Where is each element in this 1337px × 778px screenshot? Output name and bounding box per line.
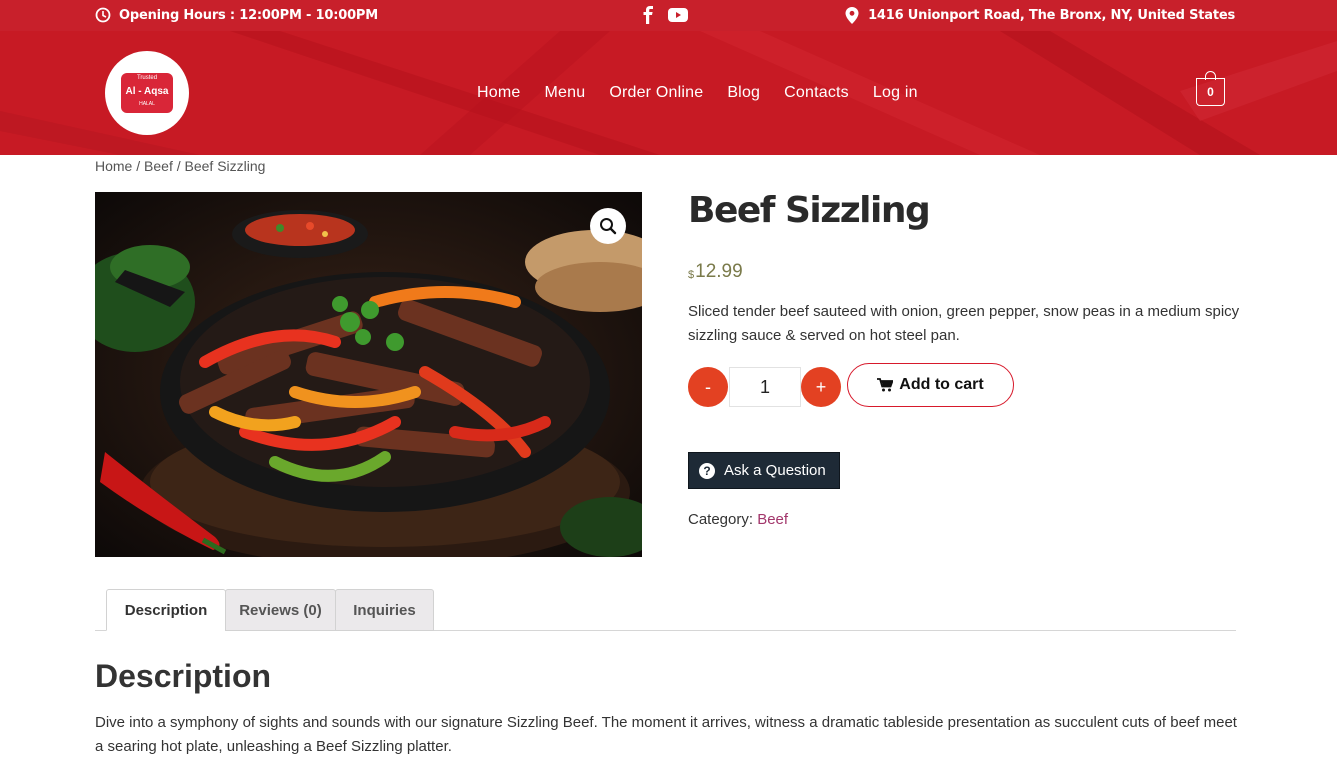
product-price: $12.99	[688, 261, 743, 283]
nav-order-online[interactable]: Order Online	[609, 84, 703, 102]
description-text: Dive into a symphony of sights and sound…	[95, 714, 1237, 755]
cart-bag-icon[interactable]: 0	[1196, 71, 1225, 106]
magnifier-icon	[600, 218, 617, 235]
question-icon: ?	[699, 462, 715, 479]
clock-icon	[95, 7, 111, 23]
cart-count: 0	[1207, 85, 1214, 99]
tab-description[interactable]: Description	[106, 589, 226, 631]
breadcrumb-separator: /	[172, 158, 185, 174]
description-heading: Description	[95, 658, 272, 694]
nav-blog[interactable]: Blog	[727, 84, 760, 102]
map-pin-icon	[845, 7, 859, 24]
quantity-input[interactable]	[729, 367, 801, 407]
quantity-decrease-button[interactable]: -	[688, 367, 728, 407]
product-title: Beef Sizzling	[688, 190, 931, 231]
breadcrumb-current: Beef Sizzling	[184, 158, 266, 174]
nav-home[interactable]: Home	[477, 84, 520, 102]
top-info-bar: Opening Hours : 12:00PM - 10:00PM 1416 U…	[0, 0, 1337, 31]
ask-question-button[interactable]: ? Ask a Question	[688, 452, 840, 489]
logo-top-text: Trusted	[136, 75, 158, 81]
product-image[interactable]	[95, 192, 642, 557]
social-links	[642, 6, 688, 24]
opening-hours-text: Opening Hours : 12:00PM - 10:00PM	[119, 7, 378, 23]
opening-hours: Opening Hours : 12:00PM - 10:00PM	[95, 7, 378, 23]
product-short-description: Sliced tender beef sauteed with onion, g…	[688, 303, 1240, 344]
sizzling-beef-photo	[95, 192, 642, 557]
site-header: Trusted Al - Aqsa HALAL Home Menu Order …	[0, 31, 1337, 155]
quantity-increase-button[interactable]: +	[801, 367, 841, 407]
product-category: Category: Beef	[688, 511, 788, 528]
category-label: Category:	[688, 511, 758, 528]
breadcrumb-separator: /	[132, 158, 145, 174]
address: 1416 Unionport Road, The Bronx, NY, Unit…	[845, 7, 1235, 24]
tab-reviews[interactable]: Reviews (0)	[225, 589, 336, 631]
logo-bottom-text: HALAL	[139, 101, 155, 107]
youtube-icon[interactable]	[668, 8, 688, 22]
site-logo[interactable]: Trusted Al - Aqsa HALAL	[105, 51, 189, 135]
breadcrumb: Home / Beef / Beef Sizzling	[95, 158, 265, 174]
nav-login[interactable]: Log in	[873, 84, 918, 102]
nav-contacts[interactable]: Contacts	[784, 84, 849, 102]
breadcrumb-category[interactable]: Beef	[144, 158, 173, 174]
logo-badge: Trusted Al - Aqsa HALAL	[121, 73, 173, 113]
zoom-button[interactable]	[590, 208, 626, 244]
main-nav: Home Menu Order Online Blog Contacts Log…	[477, 84, 942, 102]
logo-name: Al - Aqsa	[125, 86, 169, 97]
category-link[interactable]: Beef	[757, 511, 788, 528]
ask-question-label: Ask a Question	[724, 462, 826, 479]
cart-icon	[877, 378, 894, 392]
facebook-icon[interactable]	[642, 6, 654, 24]
breadcrumb-home[interactable]: Home	[95, 158, 132, 174]
add-to-cart-button[interactable]: Add to cart	[847, 363, 1014, 407]
nav-menu[interactable]: Menu	[544, 84, 585, 102]
address-text: 1416 Unionport Road, The Bronx, NY, Unit…	[868, 8, 1235, 23]
cart-bag-handle	[1205, 71, 1216, 80]
price-currency: $	[688, 269, 695, 281]
tab-inquiries[interactable]: Inquiries	[335, 589, 434, 631]
price-amount: 12.99	[695, 261, 743, 282]
add-to-cart-label: Add to cart	[899, 376, 984, 393]
